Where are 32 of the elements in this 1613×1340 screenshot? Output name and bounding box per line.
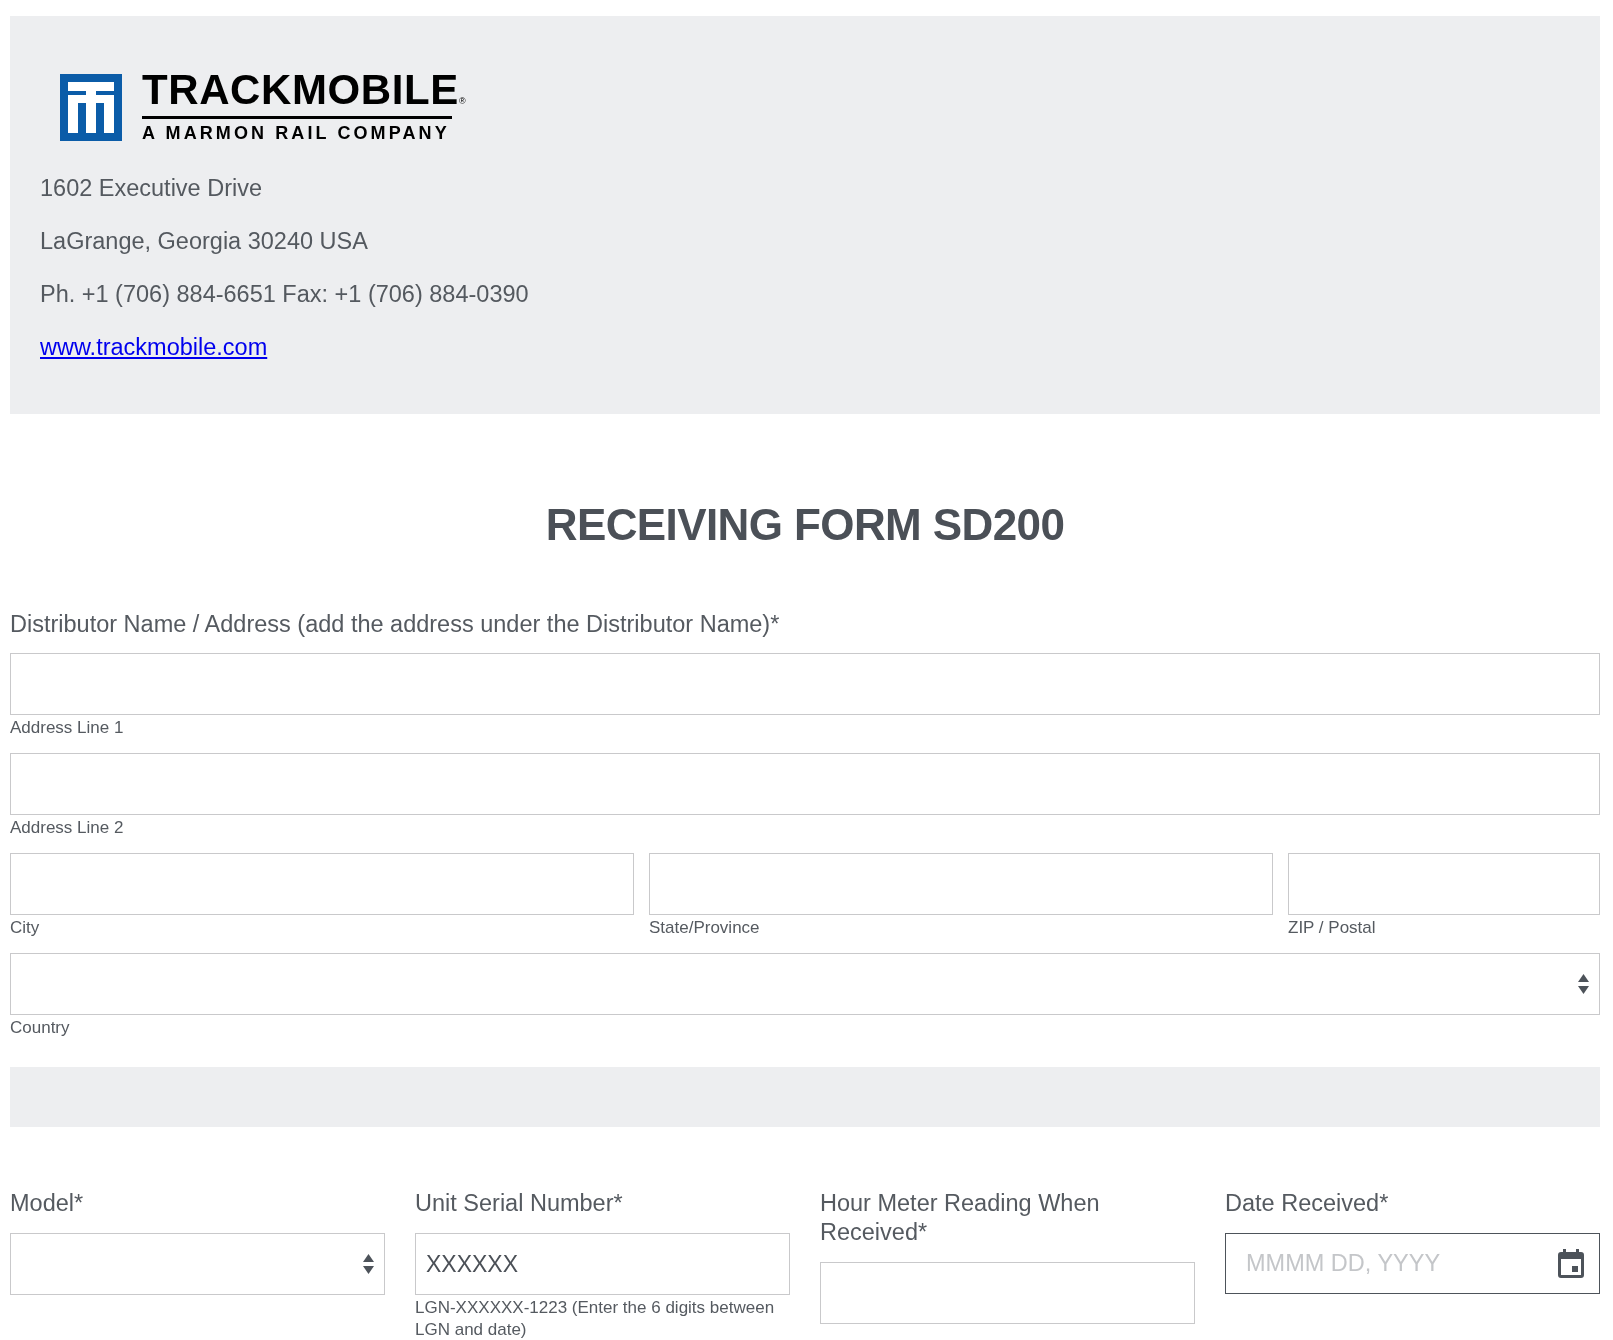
logo-icon: [60, 74, 122, 141]
input-field[interactable]: [1288, 853, 1600, 915]
input-field[interactable]: [649, 853, 1273, 915]
address-text: LaGrange, Georgia 30240 USA: [40, 227, 368, 255]
field-caption: City: [10, 917, 40, 939]
field-caption: ZIP / Postal: [1288, 917, 1376, 939]
field-label: Model*: [10, 1189, 84, 1218]
field-caption: Address Line 1: [10, 717, 124, 739]
date-field[interactable]: MMMM DD, YYYY: [1225, 1233, 1600, 1294]
logo-tagline: A MARMON RAIL COMPANY: [142, 122, 450, 144]
input-field[interactable]: [10, 853, 634, 915]
input-field[interactable]: XXXXXX: [415, 1233, 790, 1295]
input-field[interactable]: [820, 1262, 1195, 1324]
address-text: 1602 Executive Drive: [40, 174, 263, 202]
calendar-icon[interactable]: [1558, 1249, 1584, 1278]
website-link[interactable]: www.trackmobile.com: [40, 333, 268, 361]
select-field[interactable]: [10, 953, 1600, 1015]
field-caption: State/Province: [649, 917, 760, 939]
input-field[interactable]: [10, 753, 1600, 815]
field-label: Hour Meter Reading When Received*: [820, 1189, 1101, 1247]
field-caption: Country: [10, 1017, 70, 1039]
field-label: Distributor Name / Address (add the address under the Distributor Name)*: [10, 610, 780, 638]
field-label: Date Received*: [1225, 1189, 1389, 1218]
form-title: RECEIVING FORM SD200: [545, 499, 1065, 551]
field-caption: Address Line 2: [10, 817, 124, 839]
sort-arrows-icon: [363, 1254, 374, 1274]
sort-arrows-icon: [1578, 974, 1589, 994]
input-field[interactable]: [10, 653, 1600, 715]
select-field[interactable]: [10, 1233, 385, 1295]
field-hint: LGN-XXXXXX-1223 (Enter the 6 digits between LGN and date): [415, 1297, 776, 1340]
field-label: Unit Serial Number*: [415, 1189, 623, 1218]
address-text: Ph. +1 (706) 884-6651 Fax: +1 (706) 884-0390: [40, 280, 529, 308]
